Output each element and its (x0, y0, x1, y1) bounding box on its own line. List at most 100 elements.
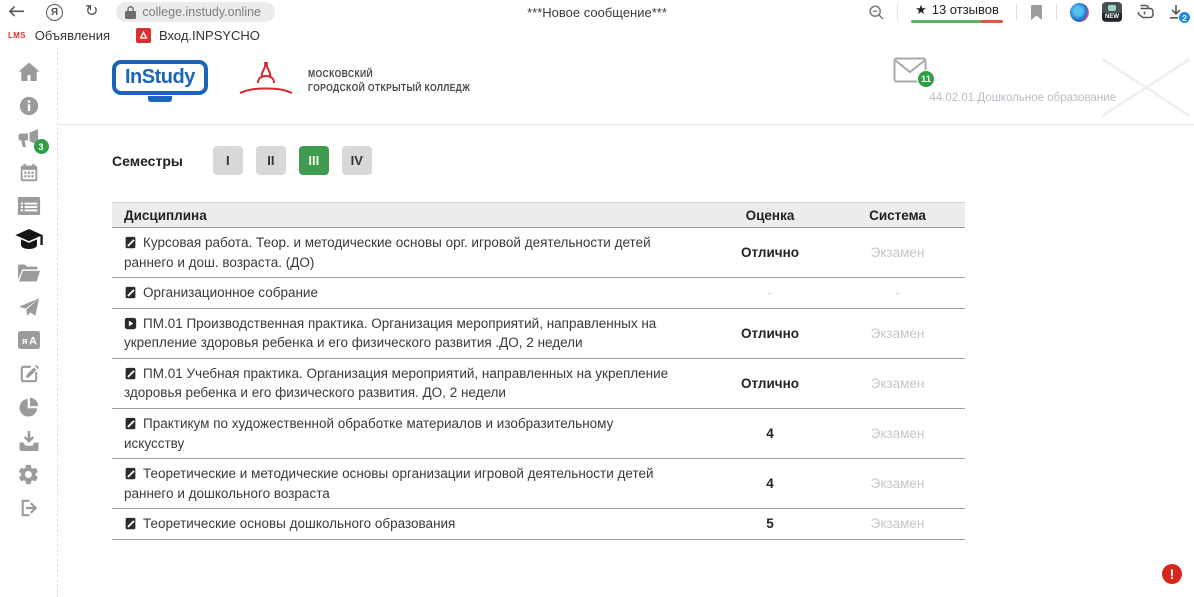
mail-button[interactable]: 11 (893, 57, 927, 83)
table-row[interactable]: ПМ.01 Производственная практика. Организ… (112, 309, 965, 359)
announcements-badge: 3 (34, 139, 49, 154)
gear-icon (17, 463, 40, 486)
sidebar-item-edit[interactable] (14, 361, 44, 387)
grades-table: Дисциплина Оценка Система Курсовая работ… (112, 202, 965, 540)
pie-chart-icon (18, 396, 40, 418)
table-row[interactable]: Практикум по художественной обработке ма… (112, 409, 965, 459)
sidebar-item-calendar[interactable] (14, 160, 44, 186)
sidebar-item-files[interactable] (14, 260, 44, 286)
book-icon (124, 236, 137, 249)
semester-switcher: Семестры I II III IV (112, 146, 1194, 175)
site-header: InStudy МОСКОВСКИЙ ГОРОДСКОЙ ОТКРЫТЫЙ КО… (58, 47, 1194, 125)
discipline-name: Теоретические и методические основы орга… (124, 466, 654, 501)
extension-globe-icon[interactable] (1070, 3, 1089, 22)
semester-button-2[interactable]: II (256, 146, 286, 175)
college-emblem-icon (234, 59, 298, 103)
discipline-name: Организационное собрание (143, 285, 318, 300)
sidebar-item-grades[interactable] (14, 227, 44, 253)
table-row[interactable]: Теоретические и методические основы орга… (112, 459, 965, 509)
refresh-button[interactable]: ↻ (85, 4, 98, 20)
yandex-button[interactable]: Я (46, 4, 63, 21)
browser-toolbar: Я ↻ college.instudy.online ***Новое сооб… (0, 0, 1194, 24)
discipline-name: Теоретические основы дошкольного образов… (143, 516, 455, 531)
sidebar-item-announcements[interactable]: 3 (14, 126, 44, 152)
bookmark-announcements[interactable]: LMS Объявления (7, 28, 110, 43)
system-value: Экзамен (830, 326, 965, 341)
table-header: Дисциплина Оценка Система (112, 202, 965, 228)
sidebar-item-messages[interactable] (14, 294, 44, 320)
book-icon (124, 286, 137, 299)
bookmarks-bar: LMS Объявления Вход.INPSYCHO (0, 24, 1194, 47)
system-value: Экзамен (830, 516, 965, 531)
sidebar-item-statistics[interactable] (14, 394, 44, 420)
book-icon (124, 517, 137, 530)
semester-button-4[interactable]: IV (342, 146, 372, 175)
lock-icon (125, 6, 136, 19)
table-row[interactable]: Теоретические основы дошкольного образов… (112, 509, 965, 540)
discipline-name: ПМ.01 Учебная практика. Организация меро… (124, 366, 668, 401)
downloads-button[interactable]: 2 (1168, 4, 1184, 20)
mail-badge: 11 (917, 70, 935, 88)
program-name: 44.02.01 Дошкольное образование (929, 92, 1116, 104)
reviews-label: 13 отзывов (932, 2, 999, 17)
table-row[interactable]: ПМ.01 Учебная практика. Организация меро… (112, 359, 965, 409)
alert-notification[interactable]: ! (1162, 564, 1182, 584)
sidebar-item-journal[interactable] (14, 193, 44, 219)
hand-pointer-icon[interactable] (1135, 3, 1155, 21)
college-name-line1: МОСКОВСКИЙ (308, 67, 470, 81)
back-arrow-icon (8, 6, 24, 18)
sidebar-item-downloads[interactable] (14, 428, 44, 454)
grade-value: - (710, 285, 830, 300)
grade-value: 5 (710, 516, 830, 531)
instudy-logo-text: InStudy (112, 60, 208, 95)
discipline-name: Курсовая работа. Теор. и методические ос… (124, 235, 651, 270)
system-value: Экзамен (830, 245, 965, 260)
college-name-line2: ГОРОДСКОЙ ОТКРЫТЫЙ КОЛЛЕДЖ (308, 81, 470, 95)
col-system: Система (830, 208, 965, 223)
grade-value: Отлично (710, 326, 830, 341)
download-tray-icon (17, 430, 41, 452)
play-icon (124, 317, 137, 330)
sidebar-item-logout[interactable] (14, 495, 44, 521)
calendar-icon (18, 162, 40, 184)
main-content: InStudy МОСКОВСКИЙ ГОРОДСКОЙ ОТКРЫТЫЙ КО… (58, 47, 1194, 597)
rating-bar (911, 20, 1003, 23)
bookmark-label: Объявления (35, 28, 110, 43)
extension-new-icon[interactable]: NEW (1102, 2, 1122, 22)
sidebar-item-dictionary[interactable]: яA (14, 327, 44, 353)
system-value: Экзамен (830, 476, 965, 491)
system-value: Экзамен (830, 426, 965, 441)
url-text: college.instudy.online (142, 5, 261, 19)
table-row[interactable]: Курсовая работа. Теор. и методические ос… (112, 228, 965, 278)
table-row[interactable]: Организационное собрание - - (112, 278, 965, 309)
address-bar[interactable]: college.instudy.online (116, 2, 275, 22)
back-button[interactable] (8, 6, 24, 18)
discipline-name: ПМ.01 Производственная практика. Организ… (124, 316, 656, 351)
info-icon (18, 95, 40, 117)
inpsycho-emblem-icon (136, 28, 151, 43)
system-value: - (830, 285, 965, 300)
grade-value: 4 (710, 426, 830, 441)
bookmark-inpsycho[interactable]: Вход.INPSYCHO (136, 28, 260, 43)
bookmark-flag-icon[interactable] (1030, 5, 1043, 20)
college-logo: МОСКОВСКИЙ ГОРОДСКОЙ ОТКРЫТЫЙ КОЛЛЕДЖ (234, 59, 506, 103)
list-card-icon (17, 196, 41, 216)
translate-icon: яA (17, 330, 41, 350)
grade-value: 4 (710, 476, 830, 491)
book-icon (124, 367, 137, 380)
svg-text:я: я (22, 336, 28, 347)
reviews-widget[interactable]: ★ 13 отзывов (911, 2, 1003, 23)
semester-button-1[interactable]: I (213, 146, 243, 175)
sidebar-item-info[interactable] (14, 93, 44, 119)
svg-text:A: A (29, 336, 37, 348)
sidebar-item-home[interactable] (14, 59, 44, 85)
book-icon (124, 467, 137, 480)
folder-open-icon (17, 263, 41, 283)
instudy-logo[interactable]: InStudy (112, 60, 208, 102)
semester-button-3[interactable]: III (299, 146, 329, 175)
col-discipline: Дисциплина (112, 208, 710, 223)
search-icon[interactable] (869, 5, 884, 20)
divider (1016, 4, 1017, 20)
graduation-cap-icon (15, 229, 43, 251)
sidebar-item-settings[interactable] (14, 461, 44, 487)
